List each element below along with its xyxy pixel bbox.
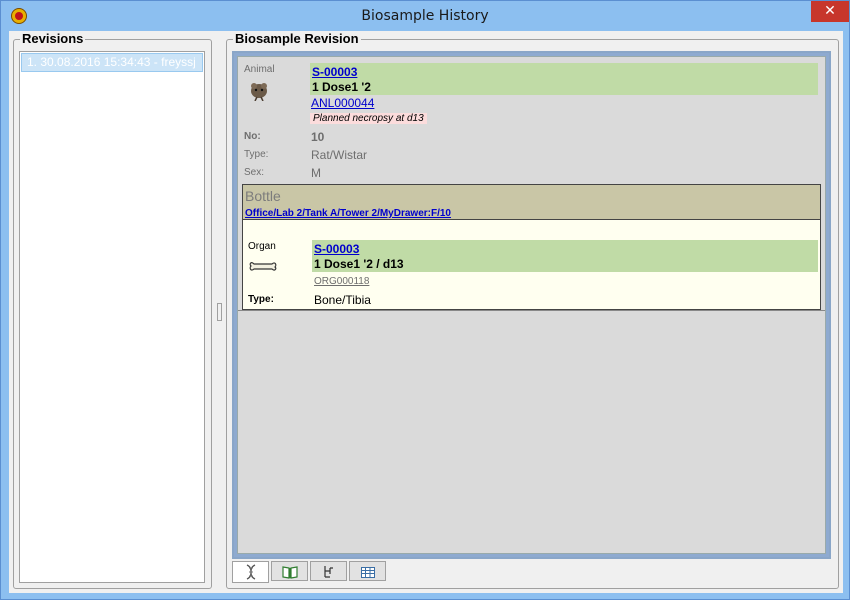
organ-label: Organ [248,241,276,252]
sex-label: Sex: [244,167,265,178]
bottle-location-link[interactable]: Office/Lab 2/Tank A/Tower 2/MyDrawer:F/1… [245,208,451,219]
sex-value: M [311,166,321,180]
organ-section: Organ S-00003 1 Dose1 '2 / d13 ORG000118… [242,220,821,310]
revisions-list[interactable]: 1. 30.08.2016 15:34:43 - freyssj [19,51,205,583]
tab-tree[interactable] [310,561,347,581]
animal-group: 1 Dose1 '2 [312,80,371,94]
organ-code-link[interactable]: ORG000118 [314,276,369,287]
dna-icon [246,564,256,580]
type-value: Rat/Wistar [311,148,368,162]
content-area: Revisions 1. 30.08.2016 15:34:43 - freys… [9,31,843,593]
tab-dna[interactable] [232,561,269,583]
close-button[interactable]: ✕ [811,1,849,22]
revisions-group: Revisions 1. 30.08.2016 15:34:43 - freys… [13,31,212,589]
tree-icon [324,566,333,578]
revisions-title: Revisions [20,31,86,46]
rat-icon [246,79,272,102]
panel-divider [238,310,825,311]
bone-icon [249,260,277,274]
biosample-revision-group: Biosample Revision Animal S-00003 1 Dose… [226,31,839,589]
organ-id-link[interactable]: S-00003 [314,242,359,256]
type-label: Type: [244,149,269,160]
revision-item[interactable]: 1. 30.08.2016 15:34:43 - freyssj [21,53,203,72]
animal-header-bar [310,63,818,95]
organ-type-label: Type: [248,294,274,305]
animal-code-link[interactable]: ANL000044 [311,96,374,110]
no-value: 10 [311,130,325,144]
biosample-frame: Animal S-00003 1 Dose1 '2 ANL000044 Plan… [232,51,831,559]
animal-id-link[interactable]: S-00003 [312,65,357,79]
biosample-history-window: Biosample History ✕ Revisions 1. 30.08.2… [0,0,850,600]
animal-label: Animal [244,64,275,75]
organ-type-value: Bone/Tibia [314,293,371,307]
tab-book[interactable] [271,561,308,581]
table-icon [361,567,375,578]
bottle-title: Bottle [245,188,281,204]
book-icon [282,566,298,579]
bottle-section: Bottle Office/Lab 2/Tank A/Tower 2/MyDra… [242,184,821,220]
splitter-grip[interactable] [217,303,222,321]
organ-group: 1 Dose1 '2 / d13 [314,257,404,271]
title-bar: Biosample History ✕ [1,1,849,31]
necropsy-note: Planned necropsy at d13 [310,113,427,124]
biosample-revision-title: Biosample Revision [233,31,361,46]
no-label: No: [244,131,261,142]
window-title: Biosample History [361,8,489,24]
biosample-panel: Animal S-00003 1 Dose1 '2 ANL000044 Plan… [237,56,826,554]
tab-table[interactable] [349,561,386,581]
